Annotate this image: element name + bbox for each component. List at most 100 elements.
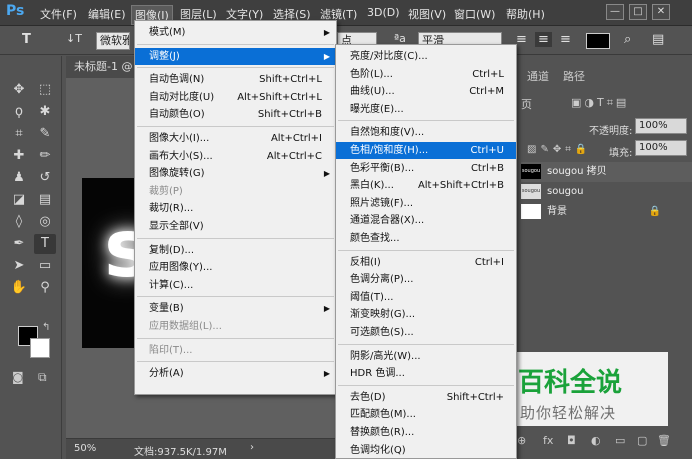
eraser-tool-icon[interactable]: ◪ [8, 190, 30, 210]
brush-tool-icon[interactable]: ✏ [34, 146, 56, 166]
path-select-tool-icon[interactable]: ➤ [8, 256, 30, 276]
character-panel-icon[interactable]: ▤ [652, 32, 664, 47]
menu-item[interactable]: 分析(A) ▶ [135, 365, 336, 382]
type-tool-preset-icon[interactable]: T [22, 32, 31, 47]
menu-item[interactable]: 画布大小(S)... Alt+Ctrl+C [135, 148, 336, 165]
menu-item[interactable]: 色阶(L)... Ctrl+L [336, 66, 516, 83]
eyedropper-tool-icon[interactable]: ✎ [34, 124, 56, 144]
menu-item[interactable]: 渐变映射(G)... [336, 306, 516, 323]
menu-view[interactable]: 视图(V) [408, 6, 446, 22]
align-right-icon[interactable]: ≡ [560, 32, 571, 47]
menu-item[interactable]: 色调均化(Q) [336, 442, 516, 458]
layer-row[interactable]: sougou sougou 拷贝 [521, 162, 692, 182]
menu-item[interactable]: 曝光度(E)... [336, 101, 516, 118]
menu-item[interactable]: 图像旋转(G) ▶ [135, 165, 336, 182]
menu-item[interactable]: 自动对比度(U) Alt+Shift+Ctrl+L [135, 89, 336, 106]
hand-tool-icon[interactable]: ✋ [8, 278, 30, 298]
background-color-swatch[interactable] [30, 338, 50, 358]
menu-item[interactable]: 通道混合器(X)... [336, 212, 516, 229]
menu-item[interactable]: 亮度/对比度(C)... [336, 48, 516, 65]
layer-filter-icons[interactable]: ▣◑T⌗▤ [571, 96, 629, 110]
menu-item[interactable]: 匹配颜色(M)... [336, 406, 516, 423]
shape-tool-icon[interactable]: ▭ [34, 256, 56, 276]
menu-item[interactable]: 裁切(R)... [135, 200, 336, 217]
align-center-icon[interactable]: ≡ [535, 32, 552, 47]
menu-item[interactable]: 可选颜色(S)... [336, 324, 516, 341]
menu-item[interactable]: 色调分离(P)... [336, 271, 516, 288]
warp-text-icon[interactable]: ⌕ [624, 32, 631, 47]
fill-field[interactable]: 100% [635, 140, 687, 156]
new-layer-icon[interactable]: ▢ [637, 434, 647, 447]
quick-mask-icon[interactable]: ◙ [12, 370, 24, 384]
swap-colors-icon[interactable]: ↰ [42, 322, 50, 333]
new-group-icon[interactable]: ▭ [615, 434, 625, 447]
menu-item[interactable]: 反相(I) Ctrl+I [336, 254, 516, 271]
menu-item[interactable]: HDR 色调... [336, 365, 516, 382]
restore-button[interactable]: □ [629, 4, 647, 20]
menu-edit[interactable]: 编辑(E) [88, 6, 126, 22]
menu-help[interactable]: 帮助(H) [506, 6, 545, 22]
add-mask-icon[interactable]: ◘ [567, 434, 576, 447]
document-tab[interactable]: 未标题-1 @ [66, 56, 136, 78]
text-orientation-icon[interactable]: ↓T [66, 32, 82, 45]
menu-item[interactable]: 曲线(U)... Ctrl+M [336, 83, 516, 100]
menu-item-label: 色调均化(Q) [350, 444, 406, 456]
layer-row[interactable]: sougou sougou [521, 182, 692, 202]
menu-item[interactable]: 自动颜色(O) Shift+Ctrl+B [135, 106, 336, 123]
screen-mode-icon[interactable]: ⧉ [38, 370, 47, 385]
close-button[interactable]: ✕ [652, 4, 670, 20]
history-brush-tool-icon[interactable]: ↺ [34, 168, 56, 188]
menu-item[interactable]: 自然饱和度(V)... [336, 124, 516, 141]
tab-channels[interactable]: 通道 [527, 68, 549, 84]
menu-item[interactable]: 色彩平衡(B)... Ctrl+B [336, 160, 516, 177]
menu-item[interactable]: 变量(B) ▶ [135, 300, 336, 317]
stamp-tool-icon[interactable]: ♟ [8, 168, 30, 188]
align-left-icon[interactable]: ≡ [516, 32, 527, 47]
menu-item[interactable]: 调整(J) ▶ [135, 47, 336, 65]
menu-item[interactable]: 复制(D)... [135, 242, 336, 259]
tab-paths[interactable]: 路径 [563, 68, 585, 84]
layer-row[interactable]: 背景 🔒 [521, 202, 692, 222]
font-family-field[interactable]: 微软雅 [96, 32, 130, 50]
pen-tool-icon[interactable]: ✒ [8, 234, 30, 254]
lasso-tool-icon[interactable]: ϙ [8, 102, 30, 122]
zoom-level[interactable]: 50% [74, 443, 96, 454]
menu-item[interactable]: 替换颜色(R)... [336, 424, 516, 441]
menu-3d[interactable]: 3D(D) [367, 6, 400, 19]
menu-file[interactable]: 文件(F) [40, 6, 77, 22]
marquee-tool-icon[interactable]: ⬚ [34, 80, 56, 100]
lock-icons[interactable]: ▨✎✥⌗🔒 [527, 144, 591, 155]
opacity-field[interactable]: 100% [635, 118, 687, 134]
menu-item[interactable]: 自动色调(N) Shift+Ctrl+L [135, 71, 336, 88]
trash-icon[interactable]: 🗑 [657, 434, 671, 447]
minimize-button[interactable]: — [606, 4, 624, 20]
fx-icon[interactable]: fx [543, 434, 553, 447]
text-color-swatch[interactable] [586, 33, 610, 49]
menu-item[interactable]: 色相/饱和度(H)... Ctrl+U [336, 142, 516, 159]
type-tool-icon[interactable]: T [34, 234, 56, 254]
zoom-tool-icon[interactable]: ⚲ [34, 278, 56, 298]
link-layers-icon[interactable]: ⊕ [517, 434, 526, 447]
healing-tool-icon[interactable]: ✚ [8, 146, 30, 166]
dodge-tool-icon[interactable]: ◎ [34, 212, 56, 232]
menu-item[interactable]: 图像大小(I)... Alt+Ctrl+I [135, 130, 336, 147]
menu-item[interactable]: 黑白(K)... Alt+Shift+Ctrl+B [336, 177, 516, 194]
gradient-tool-icon[interactable]: ▤ [34, 190, 56, 210]
menu-item[interactable]: 模式(M) ▶ [135, 24, 336, 41]
menu-item[interactable]: 颜色查找... [336, 230, 516, 247]
menu-item[interactable]: 计算(C)... [135, 277, 336, 294]
menu-item[interactable]: 显示全部(V) [135, 218, 336, 235]
blur-tool-icon[interactable]: ◊ [8, 212, 30, 232]
status-menu-arrow[interactable]: › [250, 442, 254, 453]
menu-item[interactable]: 去色(D) Shift+Ctrl+ [336, 389, 516, 406]
menu-item[interactable]: 应用图像(Y)... [135, 259, 336, 276]
layer-filter-kind[interactable]: 页 [521, 96, 532, 112]
menu-item[interactable]: 阴影/高光(W)... [336, 348, 516, 365]
crop-tool-icon[interactable]: ⌗ [8, 124, 30, 144]
magic-wand-tool-icon[interactable]: ✱ [34, 102, 56, 122]
menu-window[interactable]: 窗口(W) [454, 6, 495, 22]
menu-item[interactable]: 照片滤镜(F)... [336, 195, 516, 212]
menu-item[interactable]: 阈值(T)... [336, 289, 516, 306]
move-tool-icon[interactable]: ✥ [8, 80, 30, 100]
adjustment-layer-icon[interactable]: ◐ [591, 434, 601, 447]
